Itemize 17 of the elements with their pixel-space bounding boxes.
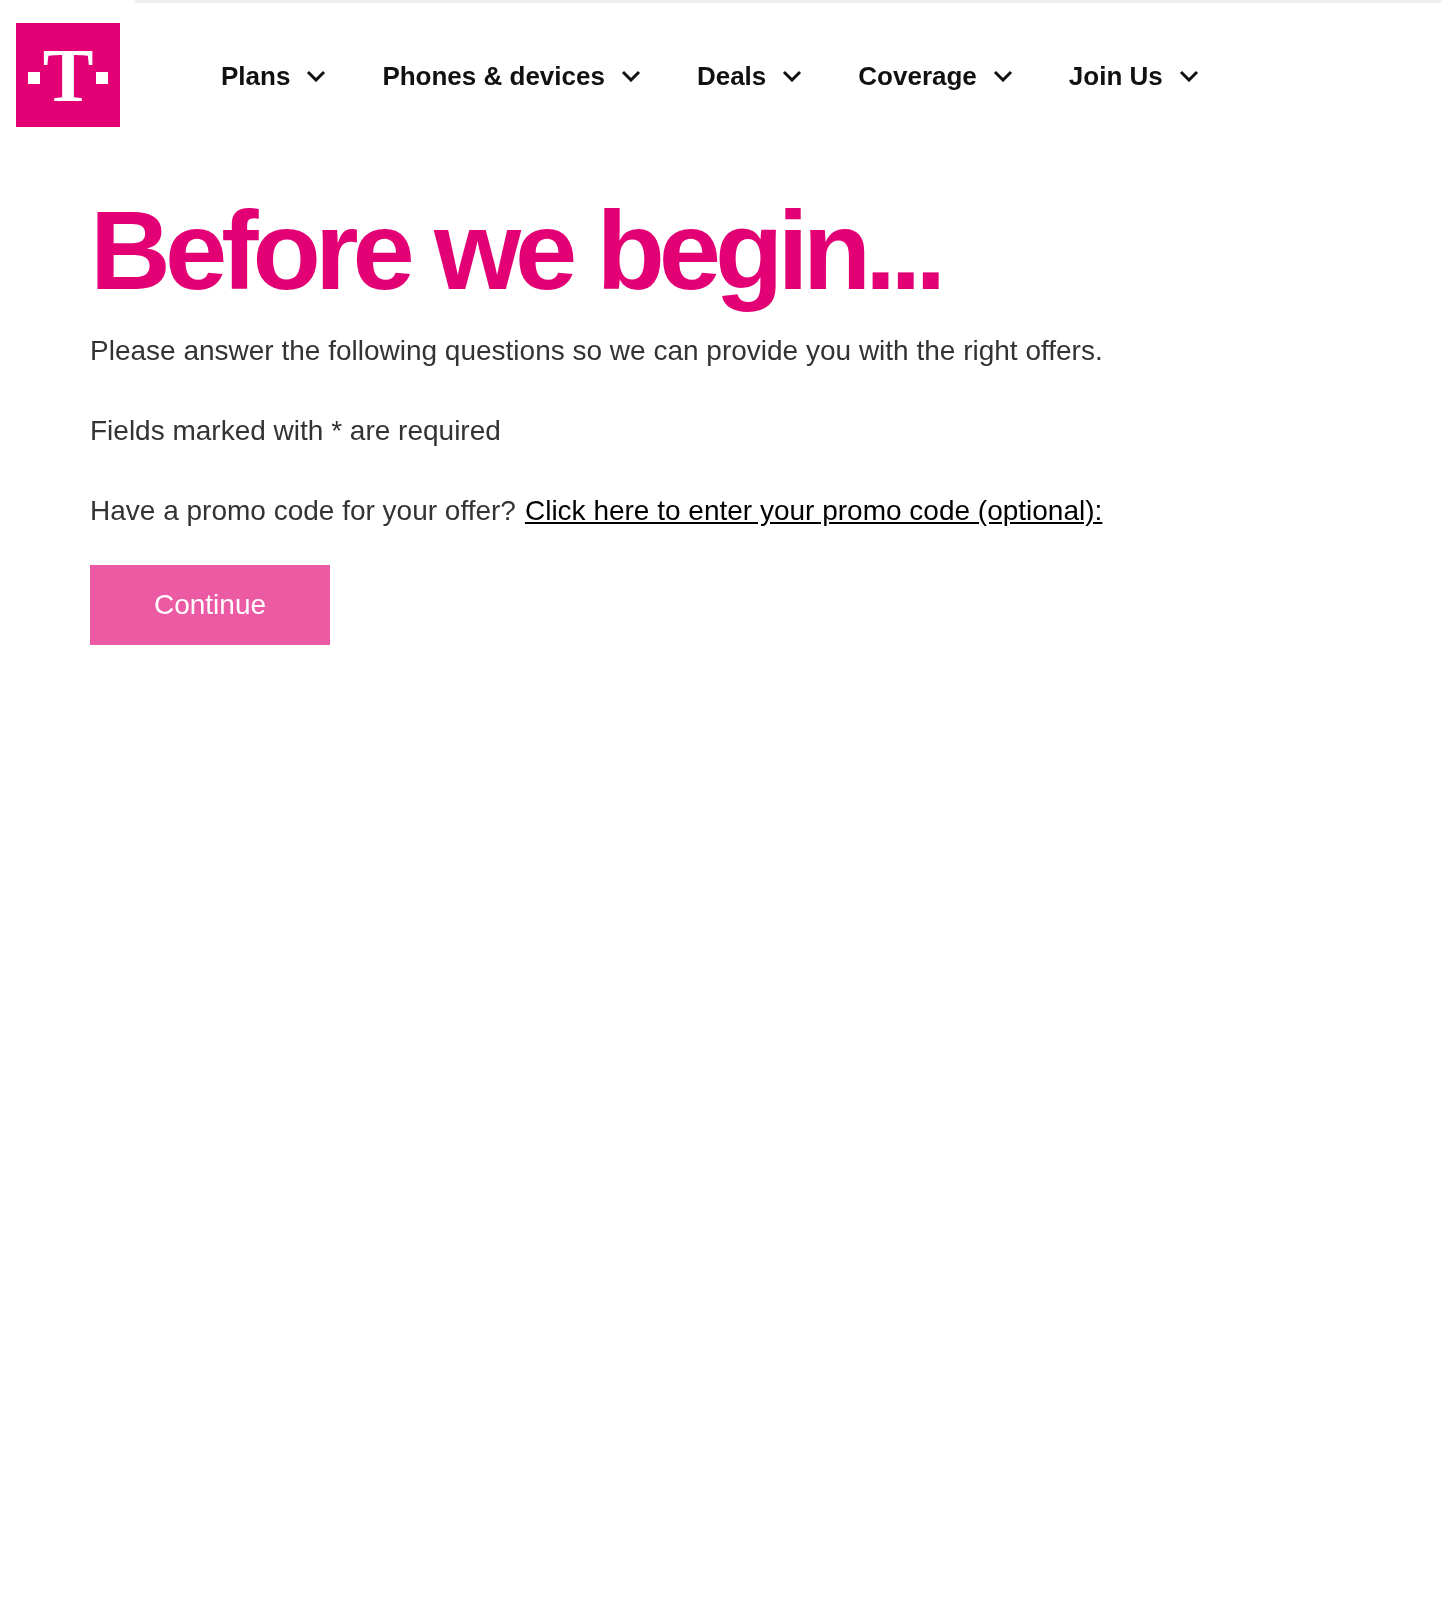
nav-menu-item[interactable]: Join Us [1068,60,1199,92]
chevron-down-icon [306,70,327,82]
logo[interactable]: T [16,23,120,127]
nav-menu-item[interactable]: Coverage [858,60,1013,92]
chevron-down-icon [620,70,641,82]
intro-text: Please answer the following questions so we can provide you with the right offers. [90,335,1104,367]
required-note: Fields marked with * are required [90,415,502,447]
chevron-down-icon [1178,70,1199,82]
promo-question: Have a promo code for your offer? [90,495,516,527]
promo-code-link[interactable]: Click here to enter your promo code (optional): [524,495,1103,527]
chevron-down-icon [992,70,1013,82]
page-heading: Before we begin... [90,187,942,315]
logo-letter: T [42,37,94,113]
nav-menu-item[interactable]: Deals [696,60,803,92]
nav-menu-item[interactable]: Plans [221,60,327,92]
chevron-down-icon [782,70,803,82]
nav-menu-item[interactable]: Phones & devices [382,60,641,92]
